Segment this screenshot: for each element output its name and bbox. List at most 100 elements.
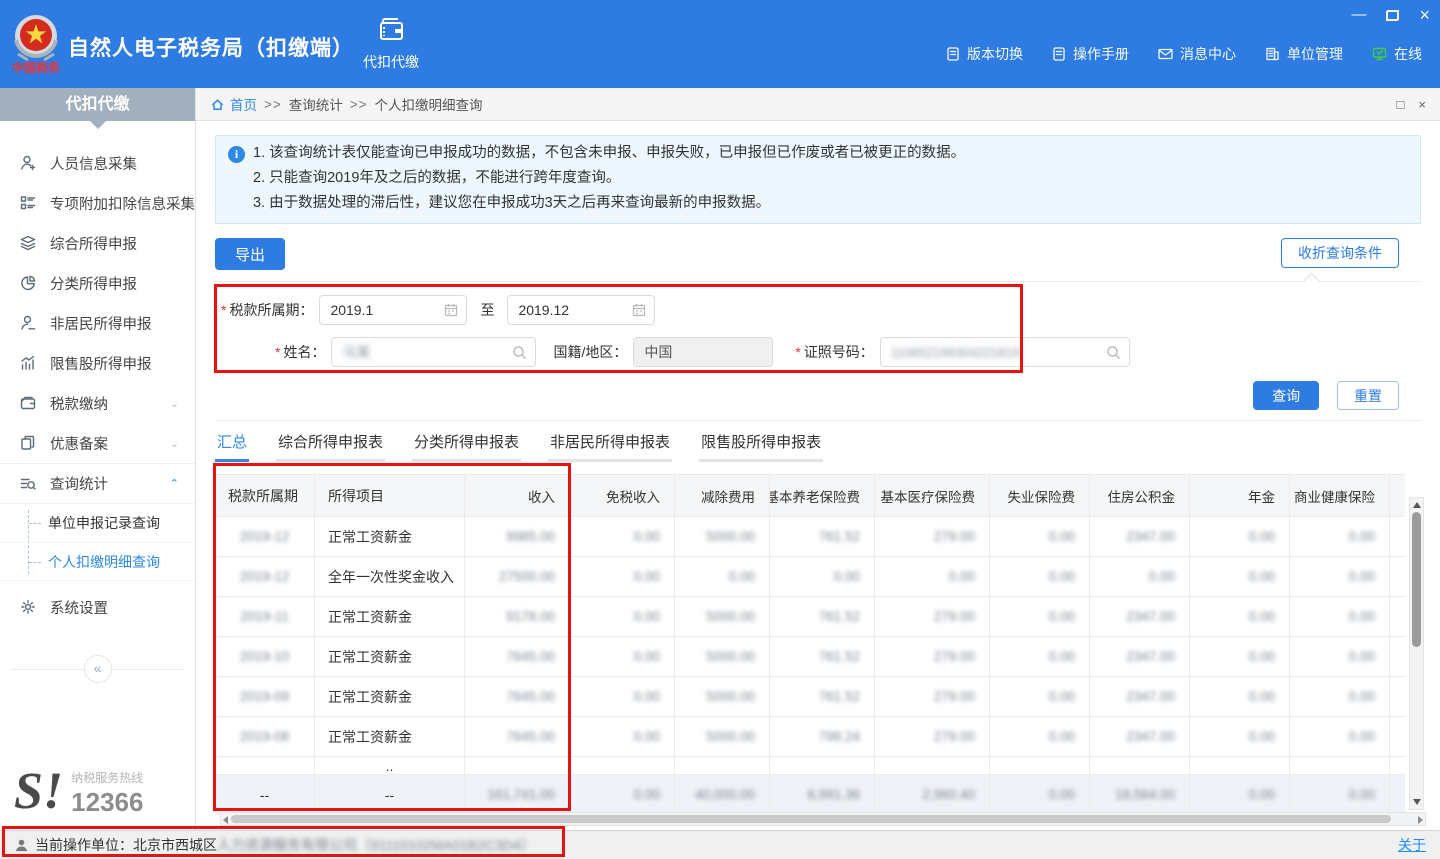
- breadcrumb-home-link[interactable]: 首页: [210, 94, 257, 114]
- name-input[interactable]: 马某: [331, 337, 536, 367]
- cell-amount: [770, 757, 875, 774]
- period-label: *税款所属期：: [221, 300, 313, 320]
- table-row[interactable]: 2019-12全年一次性奖金收入27500.000.000.000.000.00…: [215, 557, 1405, 597]
- scroll-left-icon[interactable]: [223, 816, 228, 824]
- sidebar-menu: 人员信息采集专项附加扣除信息采集综合所得申报分类所得申报非居民所得申报限售股所得…: [0, 143, 195, 503]
- cell-amount: 0.00: [1190, 597, 1290, 636]
- sidebar-item[interactable]: 查询统计⌃: [0, 463, 195, 503]
- sidebar-item[interactable]: 分类所得申报: [0, 263, 195, 303]
- cell-amount: 761.52: [770, 677, 875, 716]
- breadcrumb-item-current: 个人扣缴明细查询: [375, 94, 483, 114]
- sidebar-subitem[interactable]: 单位申报记录查询: [0, 504, 195, 542]
- panel-close-icon[interactable]: ×: [1418, 97, 1426, 112]
- table-summary-row: ----161,741.000.0040,000.006,991.362,960…: [215, 775, 1405, 815]
- layers-icon: [19, 234, 37, 252]
- chevron-up-icon: ⌃: [170, 477, 179, 490]
- query-button[interactable]: 查询: [1253, 381, 1319, 410]
- copy-icon: [19, 434, 37, 452]
- cell-amount: 27500.00: [465, 557, 570, 596]
- cell-amount: 0.00: [570, 517, 675, 556]
- cell-amount: 0.00: [1190, 717, 1290, 756]
- status-bar: 当前操作单位： 北京市西城区 人力资源服务有限公司（91110102MA01B2…: [0, 830, 1440, 859]
- cell-amount: 5000.00: [675, 597, 770, 636]
- cell-income-item: 正常工资薪金: [315, 597, 465, 636]
- summary-amount: 40,000.00: [675, 775, 770, 814]
- cell-amount: [875, 757, 990, 774]
- table-row[interactable]: 2019-11正常工资薪金9178.000.005000.00761.52279…: [215, 597, 1405, 637]
- reset-button[interactable]: 重置: [1337, 381, 1399, 410]
- panel-maximize-icon[interactable]: □: [1397, 97, 1405, 112]
- notice-box: i 1. 该查询统计表仅能查询已申报成功的数据，不包含未申报、申报失败，已申报但…: [215, 135, 1421, 224]
- table-row[interactable]: 2019-12正常工资薪金9985.000.005000.00761.52279…: [215, 517, 1405, 557]
- sidebar-item[interactable]: 优惠备案⌄: [0, 423, 195, 463]
- sidebar-item[interactable]: 人员信息采集: [0, 143, 195, 183]
- brand-caption-glyph: 中国税务: [12, 60, 61, 75]
- header-menu-item-5[interactable]: 在线: [1371, 44, 1422, 64]
- summary-amount: 161,741.00: [465, 775, 570, 814]
- close-icon[interactable]: ×: [1419, 6, 1430, 24]
- header-menu-item-2[interactable]: 操作手册: [1051, 44, 1129, 64]
- sidebar-item[interactable]: 限售股所得申报: [0, 343, 195, 383]
- sidebar-item-settings[interactable]: 系统设置: [0, 587, 195, 627]
- export-button[interactable]: 导出: [215, 238, 285, 270]
- tab-非居民所得申报表[interactable]: 非居民所得申报表: [548, 431, 672, 462]
- header-menu-item-4[interactable]: 单位管理: [1264, 44, 1343, 64]
- minimize-icon[interactable]: —: [1351, 5, 1366, 25]
- chevron-down-icon: ⌄: [170, 437, 179, 450]
- search-list-icon: [19, 475, 37, 493]
- scroll-up-icon[interactable]: [1413, 502, 1421, 508]
- cell-income-item: ..: [315, 757, 465, 774]
- breadcrumb-item-query-stats[interactable]: 查询统计: [289, 94, 343, 114]
- cell-period: 2019-10: [215, 637, 315, 676]
- cell-income-item: 正常工资薪金: [315, 717, 465, 756]
- column-header: 失业保险费: [990, 475, 1090, 516]
- table-row[interactable]: 2019-09正常工资薪金7645.000.005000.00761.52279…: [215, 677, 1405, 717]
- tab-汇总[interactable]: 汇总: [215, 431, 249, 462]
- home-icon: [210, 97, 225, 112]
- collapse-query-button[interactable]: 收折查询条件: [1281, 238, 1399, 268]
- sidebar-item[interactable]: 综合所得申报: [0, 223, 195, 263]
- restore-icon[interactable]: [1386, 10, 1399, 21]
- cell-amount: 0.00: [1390, 677, 1405, 716]
- cell-amount: 0.00: [570, 557, 675, 596]
- vertical-scroll-thumb[interactable]: [1412, 512, 1421, 647]
- cell-amount: [675, 757, 770, 774]
- id-number-input[interactable]: 110652199304221819: [880, 337, 1130, 367]
- cell-income-item: 正常工资薪金: [315, 677, 465, 716]
- tab-分类所得申报表[interactable]: 分类所得申报表: [412, 431, 521, 462]
- sidebar-item[interactable]: 税款缴纳⌄: [0, 383, 195, 423]
- nav-item-daikoudaijiao[interactable]: 代扣代缴: [352, 16, 430, 72]
- summary-amount: 18,564.00: [1090, 775, 1190, 814]
- sidebar-subitem[interactable]: 个人扣缴明细查询: [0, 542, 195, 580]
- person-icon: [19, 314, 37, 332]
- horizontal-scrollbar[interactable]: [220, 812, 1426, 826]
- table-row[interactable]: 2019-08正常工资薪金7645.000.005000.00798.24279…: [215, 717, 1405, 757]
- header-menu-item-1[interactable]: 版本切换: [945, 44, 1023, 64]
- cell-amount: 279.00: [875, 717, 990, 756]
- cell-amount: 0.00: [1290, 637, 1390, 676]
- chevron-down-icon: ⌄: [170, 397, 179, 410]
- sidebar-collapse-button[interactable]: «: [84, 655, 112, 683]
- cell-amount: 0.00: [1290, 677, 1390, 716]
- cell-period: [215, 757, 315, 774]
- column-header: 减除费用: [675, 475, 770, 516]
- summary-amount: 0.00: [1390, 775, 1405, 814]
- vertical-scrollbar[interactable]: [1409, 497, 1424, 810]
- summary-amount: 0.00: [990, 775, 1090, 814]
- cell-amount: 0.00: [1090, 557, 1190, 596]
- tab-限售股所得申报表[interactable]: 限售股所得申报表: [699, 431, 823, 462]
- horizontal-scroll-thumb[interactable]: [231, 815, 1391, 823]
- scroll-right-icon[interactable]: [1418, 816, 1423, 824]
- sidebar-item[interactable]: 非居民所得申报: [0, 303, 195, 343]
- sidebar-item[interactable]: 专项附加扣除信息采集: [0, 183, 195, 223]
- tab-综合所得申报表[interactable]: 综合所得申报表: [276, 431, 385, 462]
- cell-amount: 0.00: [1290, 517, 1390, 556]
- header-menu-item-3[interactable]: 消息中心: [1157, 44, 1236, 64]
- table-row[interactable]: 2019-10正常工资薪金7645.000.005000.00761.52279…: [215, 637, 1405, 677]
- about-link[interactable]: 关于: [1398, 835, 1426, 855]
- scroll-down-icon[interactable]: [1413, 799, 1421, 805]
- tax-bureau-emblem-logo: 中国税务: [8, 10, 64, 78]
- period-from-input[interactable]: 2019.1: [319, 295, 467, 325]
- period-to-input[interactable]: 2019.12: [507, 295, 655, 325]
- calendar-icon: [631, 302, 647, 318]
